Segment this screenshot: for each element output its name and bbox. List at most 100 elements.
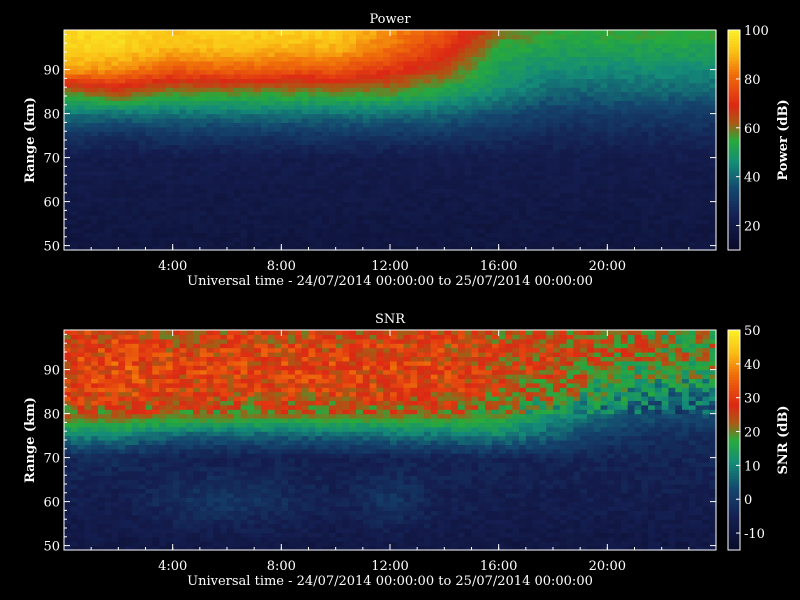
- heatmap-cell: [383, 91, 391, 97]
- heatmap-cell: [315, 170, 323, 176]
- heatmap-cell: [573, 91, 581, 97]
- heatmap-cell: [485, 74, 493, 79]
- heatmap-cell: [417, 38, 425, 44]
- heatmap-cell: [97, 60, 106, 66]
- heatmap-cell: [328, 144, 337, 150]
- heatmap-cell: [627, 60, 636, 66]
- heatmap-cell: [682, 100, 690, 106]
- heatmap-cell: [688, 131, 697, 137]
- heatmap-cell: [573, 100, 581, 106]
- heatmap-cell: [328, 214, 337, 220]
- heatmap-cell: [281, 219, 289, 225]
- heatmap-cell: [485, 166, 493, 172]
- heatmap-cell: [193, 60, 201, 66]
- heatmap-cell: [423, 241, 432, 247]
- heatmap-cell: [356, 131, 364, 137]
- heatmap-cell: [240, 65, 248, 71]
- heatmap-cell: [600, 135, 608, 141]
- heatmap-cell: [152, 140, 160, 145]
- heatmap-cell: [77, 170, 85, 176]
- heatmap-cell: [634, 38, 642, 44]
- y-tick-label: 80: [43, 108, 60, 123]
- heatmap-cell: [131, 96, 140, 101]
- heatmap-cell: [138, 43, 147, 49]
- heatmap-cell: [152, 43, 160, 49]
- heatmap-cell: [267, 47, 276, 53]
- heatmap-cell: [580, 126, 588, 132]
- heatmap-cell: [709, 206, 717, 211]
- heatmap-cell: [627, 219, 636, 225]
- heatmap-cell: [125, 232, 133, 238]
- heatmap-cell: [614, 162, 622, 167]
- heatmap-cell: [138, 65, 147, 71]
- heatmap-cell: [430, 100, 439, 106]
- heatmap-cell: [668, 104, 676, 110]
- heatmap-cell: [84, 30, 92, 35]
- heatmap-cell: [410, 219, 418, 225]
- heatmap-cell: [498, 87, 507, 93]
- heatmap-cell: [410, 206, 418, 211]
- heatmap-cell: [64, 34, 72, 40]
- heatmap-cell: [396, 65, 405, 71]
- heatmap-cell: [430, 104, 439, 110]
- heatmap-cell: [247, 210, 255, 216]
- heatmap-cell: [362, 170, 371, 176]
- heatmap-cell: [322, 223, 330, 229]
- heatmap-cell: [328, 43, 337, 49]
- heatmap-cell: [104, 157, 113, 163]
- heatmap-cell: [328, 113, 337, 119]
- heatmap-cell: [437, 109, 445, 115]
- heatmap-cell: [668, 113, 676, 119]
- heatmap-cell: [593, 241, 602, 247]
- heatmap-cell: [654, 87, 663, 93]
- heatmap-cell: [274, 219, 282, 225]
- heatmap-cell: [519, 122, 527, 128]
- heatmap-cell: [478, 197, 486, 203]
- heatmap-cell: [227, 56, 235, 62]
- heatmap-cell: [464, 96, 473, 101]
- heatmap-cell: [390, 184, 398, 189]
- heatmap-cell: [586, 197, 595, 203]
- heatmap-cell: [654, 170, 663, 176]
- heatmap-cell: [648, 162, 656, 167]
- heatmap-cell: [91, 87, 99, 93]
- heatmap-cell: [553, 30, 561, 35]
- heatmap-cell: [437, 140, 445, 145]
- heatmap-cell: [620, 157, 629, 163]
- heatmap-cell: [573, 210, 581, 216]
- heatmap-cell: [478, 34, 486, 40]
- heatmap-cell: [97, 122, 106, 128]
- heatmap-cell: [70, 122, 79, 128]
- heatmap-cell: [138, 135, 147, 141]
- heatmap-cell: [471, 214, 479, 220]
- heatmap-cell: [335, 74, 344, 79]
- heatmap-cell: [335, 52, 344, 57]
- heatmap-cell: [145, 206, 153, 211]
- heatmap-cell: [206, 52, 215, 57]
- heatmap-cell: [111, 140, 119, 145]
- heatmap-cell: [430, 153, 439, 159]
- heatmap-cell: [308, 140, 316, 145]
- heatmap-cell: [519, 100, 527, 106]
- heatmap-cell: [661, 157, 670, 163]
- heatmap-cell: [233, 241, 242, 247]
- heatmap-cell: [627, 56, 636, 62]
- heatmap-cell: [301, 170, 310, 176]
- heatmap-cell: [193, 175, 201, 181]
- heatmap-cell: [274, 210, 282, 216]
- heatmap-cell: [675, 47, 683, 53]
- heatmap-cell: [125, 56, 133, 62]
- heatmap-cell: [641, 52, 649, 57]
- heatmap-cell: [111, 126, 119, 132]
- heatmap-cell: [193, 52, 201, 57]
- heatmap-cell: [403, 30, 411, 35]
- heatmap-cell: [281, 162, 289, 167]
- heatmap-cell: [566, 87, 574, 93]
- heatmap-cell: [335, 60, 344, 66]
- heatmap-cell: [335, 100, 344, 106]
- heatmap-cell: [199, 52, 208, 57]
- heatmap-cell: [165, 60, 174, 66]
- heatmap-cell: [553, 34, 561, 40]
- heatmap-cell: [491, 122, 500, 128]
- heatmap-cell: [308, 162, 316, 167]
